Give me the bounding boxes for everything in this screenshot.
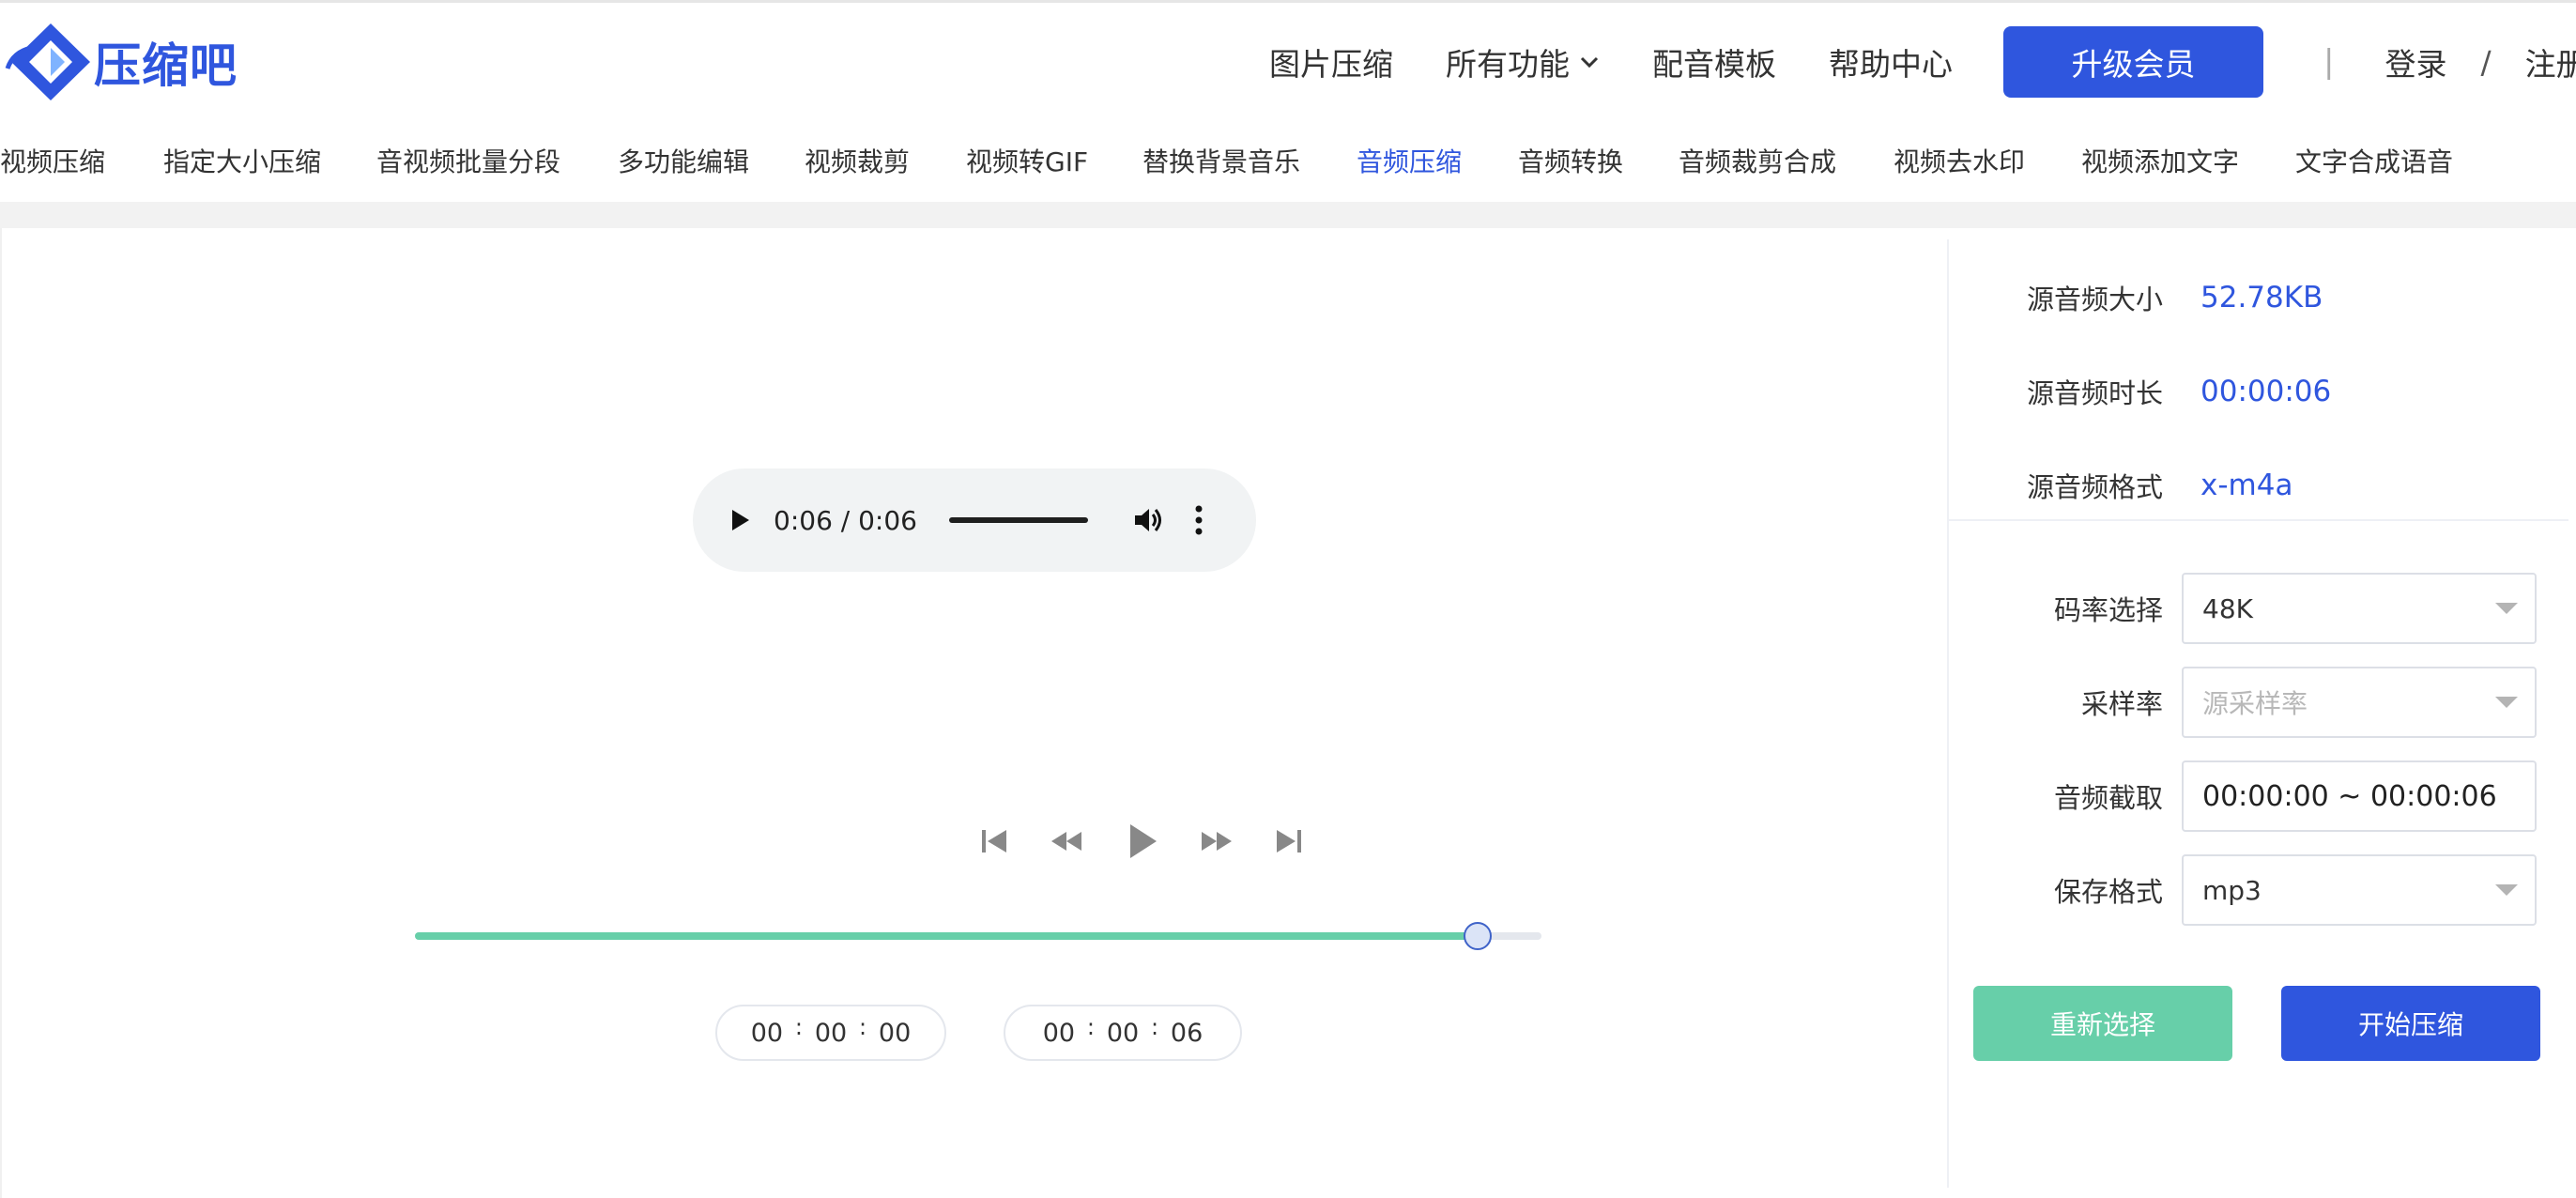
audio-preview-panel: 0:06 / 0:06 00: 00: 00 00: 00: 06 xyxy=(2,228,1947,1198)
end-hours: 00 xyxy=(1042,1018,1076,1048)
info-duration-row: 源音频时长 00:00:06 xyxy=(1949,368,2576,415)
start-minutes: 00 xyxy=(814,1018,848,1048)
info-size-label: 源音频大小 xyxy=(2026,284,2163,315)
trim-end-time[interactable]: 00 : 00 : 06 xyxy=(1004,1005,1242,1061)
start-compress-button[interactable]: 开始压缩 xyxy=(2281,986,2540,1061)
top-nav: 图片压缩 所有功能 配音模板 帮助中心 升级会员 | 登录 / 注册 xyxy=(1269,25,2576,99)
login-link[interactable]: 登录 xyxy=(2384,39,2446,84)
volume-icon[interactable] xyxy=(1131,503,1165,537)
bitrate-select[interactable]: 48K xyxy=(2182,573,2537,644)
save-format-row: 保存格式 mp3 xyxy=(1949,854,2576,926)
play-icon[interactable] xyxy=(727,507,753,533)
info-duration-label: 源音频时长 xyxy=(2026,377,2163,409)
nav-separator: | xyxy=(2323,43,2335,81)
audio-time: 0:06 / 0:06 xyxy=(774,504,917,536)
more-options-icon[interactable] xyxy=(1193,503,1204,537)
audio-player: 0:06 / 0:06 xyxy=(693,468,1256,572)
tab-batch-split[interactable]: 音视频批量分段 xyxy=(376,142,560,179)
clip-range-value: 00:00:00 ~ 00:00:06 xyxy=(2202,779,2497,813)
time-colon: : xyxy=(859,1014,867,1040)
tab-remove-watermark[interactable]: 视频去水印 xyxy=(1894,142,2025,179)
header: 压缩吧 图片压缩 所有功能 配音模板 帮助中心 升级会员 | 登录 / 注册 xyxy=(0,0,2576,117)
trim-range-slider[interactable] xyxy=(415,920,1541,952)
tab-multi-edit[interactable]: 多功能编辑 xyxy=(618,142,749,179)
tab-add-text[interactable]: 视频添加文字 xyxy=(2081,142,2239,179)
skip-to-end-icon[interactable] xyxy=(1267,821,1309,862)
samplerate-label: 采样率 xyxy=(2080,688,2163,720)
end-minutes: 00 xyxy=(1106,1018,1140,1048)
tab-video-crop[interactable]: 视频裁剪 xyxy=(805,142,910,179)
tab-size-compress[interactable]: 指定大小压缩 xyxy=(163,142,321,179)
info-format-row: 源音频格式 x-m4a xyxy=(1949,462,2576,509)
caret-down-icon xyxy=(2495,603,2518,614)
info-size-row: 源音频大小 52.78KB xyxy=(1949,274,2576,321)
tab-video-to-gif[interactable]: 视频转GIF xyxy=(966,142,1088,179)
clip-row: 音频截取 00:00:00 ~ 00:00:06 xyxy=(1949,760,2576,832)
fast-forward-icon[interactable] xyxy=(1196,821,1237,862)
chevron-down-icon xyxy=(1580,56,1599,69)
tab-audio-convert[interactable]: 音频转换 xyxy=(1518,142,1623,179)
end-seconds: 06 xyxy=(1170,1018,1204,1048)
transport-controls xyxy=(974,817,1339,866)
nav-help-center[interactable]: 帮助中心 xyxy=(1829,39,1953,84)
trim-start-time[interactable]: 00 : 00 : 00 xyxy=(715,1005,946,1061)
time-colon: : xyxy=(794,1014,803,1040)
bitrate-label: 码率选择 xyxy=(2053,594,2163,626)
samplerate-row: 采样率 源采样率 xyxy=(1949,667,2576,738)
info-format-value: x-m4a xyxy=(2200,468,2293,502)
samplerate-placeholder: 源采样率 xyxy=(2202,688,2308,719)
settings-panel: 源音频大小 52.78KB 源音频时长 00:00:06 源音频格式 x-m4a… xyxy=(1949,228,2576,1198)
brand-name: 压缩吧 xyxy=(94,38,238,93)
time-colon: : xyxy=(1086,1014,1095,1040)
brand-logo[interactable]: 压缩吧 xyxy=(4,20,257,104)
auth-slash: / xyxy=(2480,43,2492,81)
start-hours: 00 xyxy=(750,1018,784,1048)
samplerate-select[interactable]: 源采样率 xyxy=(2182,667,2537,738)
info-format-label: 源音频格式 xyxy=(2026,471,2163,503)
clip-label: 音频截取 xyxy=(2053,782,2163,814)
skip-to-start-icon[interactable] xyxy=(974,821,1016,862)
tab-audio-compress[interactable]: 音频压缩 xyxy=(1357,142,1462,179)
clip-range-input[interactable]: 00:00:00 ~ 00:00:06 xyxy=(2182,760,2537,832)
bitrate-value: 48K xyxy=(2202,592,2253,624)
tab-video-compress[interactable]: 视频压缩 xyxy=(0,142,105,179)
tab-text-to-speech[interactable]: 文字合成语音 xyxy=(2295,142,2453,179)
caret-down-icon xyxy=(2495,697,2518,708)
nav-all-features[interactable]: 所有功能 xyxy=(1446,39,1600,84)
save-format-label: 保存格式 xyxy=(2053,876,2163,908)
rewind-icon[interactable] xyxy=(1046,821,1087,862)
time-colon: : xyxy=(1151,1014,1159,1040)
save-format-select[interactable]: mp3 xyxy=(2182,854,2537,926)
trim-range-fill xyxy=(415,932,1478,940)
tab-replace-bgm[interactable]: 替换背景音乐 xyxy=(1142,142,1300,179)
nav-dubbing-templates[interactable]: 配音模板 xyxy=(1652,39,1776,84)
trim-range-handle[interactable] xyxy=(1464,922,1492,950)
tab-audio-crop-merge[interactable]: 音频裁剪合成 xyxy=(1679,142,1836,179)
info-duration-value: 00:00:06 xyxy=(2200,375,2332,408)
bitrate-row: 码率选择 48K xyxy=(1949,573,2576,644)
reselect-button[interactable]: 重新选择 xyxy=(1973,986,2232,1061)
upgrade-member-button[interactable]: 升级会员 xyxy=(2003,26,2263,98)
feature-tabs: 视频压缩 指定大小压缩 音视频批量分段 多功能编辑 视频裁剪 视频转GIF 替换… xyxy=(0,117,2576,202)
audio-seek-bar[interactable] xyxy=(949,517,1088,523)
section-separator xyxy=(0,202,2576,228)
logo-mark-icon xyxy=(5,23,90,100)
save-format-value: mp3 xyxy=(2202,874,2262,906)
register-link[interactable]: 注册 xyxy=(2525,39,2576,84)
caret-down-icon xyxy=(2495,884,2518,896)
play-icon[interactable] xyxy=(1117,817,1166,866)
workspace: 0:06 / 0:06 00: 00: 00 00: 00: 06 源音… xyxy=(0,228,2576,1198)
section-divider xyxy=(1949,519,2568,521)
info-size-value: 52.78KB xyxy=(2200,281,2323,315)
nav-all-features-label: 所有功能 xyxy=(1446,46,1570,83)
nav-image-compress[interactable]: 图片压缩 xyxy=(1269,39,1393,84)
start-seconds: 00 xyxy=(878,1018,912,1048)
